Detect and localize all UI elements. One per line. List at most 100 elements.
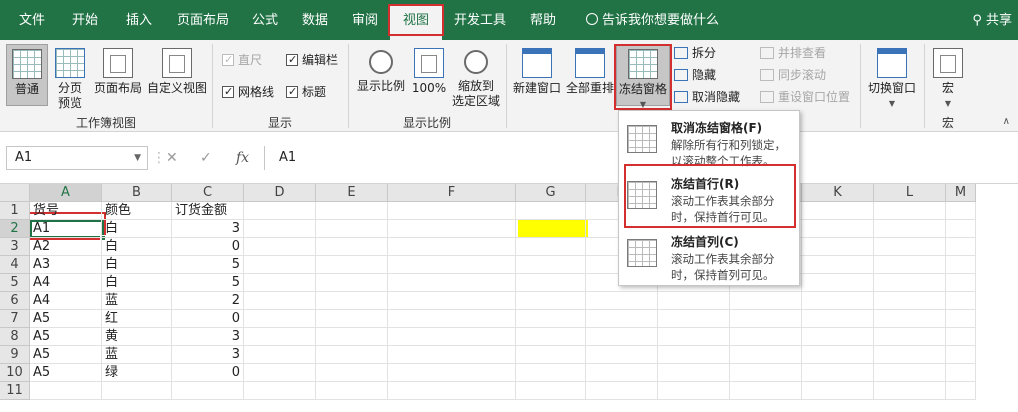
cell-k3[interactable]: [802, 238, 874, 256]
cell-c9[interactable]: 3: [172, 346, 244, 364]
page-layout-view-button[interactable]: 页面布局: [90, 44, 146, 96]
cancel-icon[interactable]: ✕: [166, 146, 178, 170]
cell-c4[interactable]: 5: [172, 256, 244, 274]
cell-c5[interactable]: 5: [172, 274, 244, 292]
zoom-to-selection-button[interactable]: 缩放到 选定区域: [450, 44, 502, 109]
cell-b3[interactable]: 白: [102, 238, 172, 256]
cell-h11[interactable]: [586, 382, 658, 400]
cell-b6[interactable]: 蓝: [102, 292, 172, 310]
cell-b1[interactable]: 颜色: [102, 202, 172, 220]
cell-c11[interactable]: [172, 382, 244, 400]
cell-c6[interactable]: 2: [172, 292, 244, 310]
cell-m5[interactable]: [946, 274, 976, 292]
cell-g9[interactable]: [516, 346, 586, 364]
worksheet-grid[interactable]: ABCDEFGHIJKLM1货号颜色订货金额2A1白33A2白04A3白55A4…: [0, 184, 1018, 412]
zoom-button[interactable]: 显示比例: [354, 44, 408, 94]
cell-j9[interactable]: [730, 346, 802, 364]
cell-h7[interactable]: [586, 310, 658, 328]
sync-scroll-button[interactable]: 同步滚动: [760, 66, 826, 84]
row-header[interactable]: 5: [0, 274, 30, 292]
cell-e8[interactable]: [316, 328, 388, 346]
cell-a11[interactable]: [30, 382, 102, 400]
cell-a10[interactable]: A5: [30, 364, 102, 382]
cell-g5[interactable]: [516, 274, 586, 292]
custom-views-button[interactable]: 自定义视图: [146, 44, 208, 96]
cell-i6[interactable]: [658, 292, 730, 310]
unhide-button[interactable]: 取消隐藏: [674, 88, 740, 106]
cell-e10[interactable]: [316, 364, 388, 382]
cell-e3[interactable]: [316, 238, 388, 256]
cell-c7[interactable]: 0: [172, 310, 244, 328]
cell-g6[interactable]: [516, 292, 586, 310]
cell-b8[interactable]: 黄: [102, 328, 172, 346]
cell-f9[interactable]: [388, 346, 516, 364]
row-header[interactable]: 4: [0, 256, 30, 274]
normal-view-button[interactable]: 普通: [6, 44, 48, 106]
cell-b2[interactable]: 白: [102, 220, 172, 238]
hide-button[interactable]: 隐藏: [674, 66, 716, 84]
cell-l6[interactable]: [874, 292, 946, 310]
cell-e5[interactable]: [316, 274, 388, 292]
collapse-ribbon-icon[interactable]: ∧: [1003, 116, 1010, 127]
tab-page-layout[interactable]: 页面布局: [170, 0, 236, 40]
view-side-by-side-button[interactable]: 并排查看: [760, 44, 826, 62]
cell-g3[interactable]: [516, 238, 586, 256]
new-window-button[interactable]: 新建窗口: [510, 44, 564, 96]
cell-l2[interactable]: [874, 220, 946, 238]
cell-i9[interactable]: [658, 346, 730, 364]
cell-f6[interactable]: [388, 292, 516, 310]
row-header[interactable]: 9: [0, 346, 30, 364]
cell-d5[interactable]: [244, 274, 316, 292]
cell-h8[interactable]: [586, 328, 658, 346]
cell-f5[interactable]: [388, 274, 516, 292]
cell-b4[interactable]: 白: [102, 256, 172, 274]
tab-file[interactable]: 文件: [8, 0, 56, 40]
cell-h9[interactable]: [586, 346, 658, 364]
cell-d6[interactable]: [244, 292, 316, 310]
column-header-c[interactable]: C: [172, 184, 244, 202]
cell-m11[interactable]: [946, 382, 976, 400]
reset-position-button[interactable]: 重设窗口位置: [760, 88, 850, 106]
row-header[interactable]: 6: [0, 292, 30, 310]
row-header[interactable]: 1: [0, 202, 30, 220]
column-header-f[interactable]: F: [388, 184, 516, 202]
cell-k4[interactable]: [802, 256, 874, 274]
cell-l8[interactable]: [874, 328, 946, 346]
cell-e4[interactable]: [316, 256, 388, 274]
cell-e11[interactable]: [316, 382, 388, 400]
ruler-checkbox[interactable]: 直尺: [222, 52, 262, 68]
cell-f7[interactable]: [388, 310, 516, 328]
cell-d7[interactable]: [244, 310, 316, 328]
cell-e2[interactable]: [316, 220, 388, 238]
cell-g10[interactable]: [516, 364, 586, 382]
row-header[interactable]: 3: [0, 238, 30, 256]
cell-f1[interactable]: [388, 202, 516, 220]
cell-g2[interactable]: [516, 220, 586, 238]
tab-developer[interactable]: 开发工具: [448, 0, 512, 40]
share-button[interactable]: ⚲ 共享: [972, 0, 1012, 40]
cell-m1[interactable]: [946, 202, 976, 220]
page-break-preview-button[interactable]: 分页 预览: [50, 44, 90, 111]
cell-k1[interactable]: [802, 202, 874, 220]
cell-c2[interactable]: 3: [172, 220, 244, 238]
cell-e1[interactable]: [316, 202, 388, 220]
cell-b7[interactable]: 红: [102, 310, 172, 328]
cell-c3[interactable]: 0: [172, 238, 244, 256]
cell-d1[interactable]: [244, 202, 316, 220]
cell-a2[interactable]: A1: [30, 220, 102, 238]
cell-d9[interactable]: [244, 346, 316, 364]
headings-checkbox[interactable]: 标题: [286, 84, 326, 100]
cell-g4[interactable]: [516, 256, 586, 274]
cell-a5[interactable]: A4: [30, 274, 102, 292]
cell-d11[interactable]: [244, 382, 316, 400]
cell-f2[interactable]: [388, 220, 516, 238]
cell-k9[interactable]: [802, 346, 874, 364]
column-header-b[interactable]: B: [102, 184, 172, 202]
column-header-e[interactable]: E: [316, 184, 388, 202]
cell-f10[interactable]: [388, 364, 516, 382]
cell-d4[interactable]: [244, 256, 316, 274]
zoom-100-button[interactable]: 100%: [410, 44, 448, 96]
cell-e9[interactable]: [316, 346, 388, 364]
column-header-d[interactable]: D: [244, 184, 316, 202]
cell-f11[interactable]: [388, 382, 516, 400]
